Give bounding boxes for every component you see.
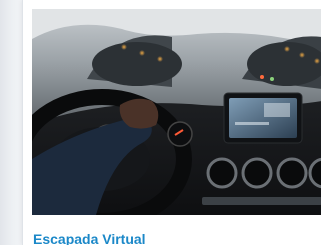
card-title[interactable]: Escapada Virtual (33, 231, 146, 245)
car-dashboard-photo[interactable] (32, 9, 321, 215)
article-card[interactable]: Escapada Virtual (22, 0, 321, 245)
left-panel-shadow (0, 0, 22, 245)
page: Escapada Virtual (0, 0, 321, 245)
